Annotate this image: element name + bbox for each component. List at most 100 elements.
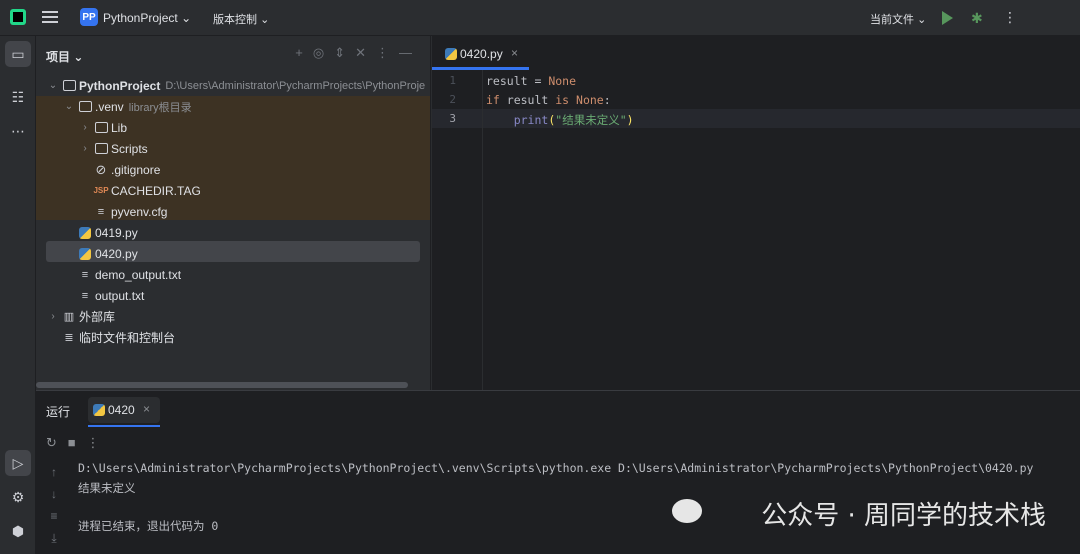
tree-item-output[interactable]: ≡ output.txt	[46, 285, 430, 306]
locate-icon[interactable]: ◎	[313, 45, 334, 60]
debug-icon[interactable]: ✱	[971, 10, 983, 27]
tab-label: 0420.py	[460, 47, 503, 61]
tree-item-lib[interactable]: › Lib	[46, 117, 430, 138]
up-arrow-icon[interactable]: ↑	[44, 461, 64, 483]
horizontal-scrollbar[interactable]	[36, 382, 408, 388]
code-token: result	[486, 74, 528, 88]
code-token: "结果未定义"	[555, 113, 627, 127]
tree-item-cachedir[interactable]: JSP CACHEDIR.TAG	[46, 180, 430, 201]
code-line-1[interactable]: result = None	[486, 74, 576, 88]
chevron-down-icon: ⌄	[917, 14, 927, 26]
rerun-icon[interactable]: ↻	[46, 435, 57, 450]
run-config-selector[interactable]: 当前文件 ⌄	[870, 11, 926, 27]
code-token: result	[499, 93, 556, 107]
project-panel: 项目 ⌄ +◎⇕✕⋮— ⌄ PythonProject D:\Users\Adm…	[36, 36, 430, 390]
jsp-file-icon: JSP	[93, 186, 109, 195]
tree-item-root[interactable]: ⌄ PythonProject D:\Users\Administrator\P…	[46, 75, 430, 96]
console-line: 进程已结束，退出代码为 0	[78, 519, 219, 533]
tree-item-label: pyvenv.cfg	[111, 204, 168, 219]
more-tools-icon[interactable]: ⋯	[5, 118, 31, 144]
scratch-icon: ≣	[64, 332, 74, 344]
project-panel-title[interactable]: 项目 ⌄	[46, 48, 83, 65]
text-file-icon: ≡	[81, 289, 89, 302]
tree-item-label: Scripts	[111, 141, 148, 156]
tab-0420[interactable]: 0420.py ×	[432, 36, 532, 70]
tree-item-label: 外部库	[79, 310, 116, 324]
scroll-to-end-icon[interactable]: ⤓	[44, 527, 64, 549]
tree-item-demo-output[interactable]: ≡ demo_output.txt	[46, 264, 430, 285]
tree-item-label: CACHEDIR.TAG	[111, 183, 201, 198]
down-arrow-icon[interactable]: ↓	[44, 483, 64, 505]
main-menu-icon[interactable]	[42, 11, 58, 25]
active-tab-indicator	[432, 67, 529, 70]
chevron-right-icon[interactable]: ›	[78, 122, 92, 133]
line-number: 2	[449, 93, 456, 106]
tree-item-label: Lib	[111, 120, 128, 135]
title-bar: PP PythonProject ⌄ 版本控制 ⌄ 当前文件 ⌄ ✱ ⋮	[0, 0, 1080, 36]
code-line-3[interactable]: print("结果未定义")	[486, 112, 634, 128]
run-icon[interactable]	[942, 11, 953, 25]
gutter-divider	[482, 70, 483, 390]
vcs-menu[interactable]: 版本控制 ⌄	[213, 11, 269, 27]
library-icon: ▥	[63, 311, 75, 323]
code-line-2[interactable]: if result is None:	[486, 93, 611, 107]
run-panel-title: 运行	[46, 405, 71, 419]
tree-item-label: .venv	[95, 99, 124, 114]
chevron-down-icon: ⌄	[260, 14, 270, 26]
services-icon[interactable]: ⬢	[5, 518, 31, 544]
more-options-icon[interactable]: ⋮	[86, 435, 99, 450]
project-switcher[interactable]: PythonProject ⌄	[103, 11, 191, 25]
wechat-icon	[672, 499, 702, 523]
code-token: is	[555, 93, 570, 107]
tree-item-label: 0420.py	[95, 246, 138, 261]
folder-icon	[94, 142, 108, 156]
hide-icon[interactable]: —	[399, 45, 422, 60]
close-icon[interactable]: ×	[143, 402, 150, 416]
project-tool-icon[interactable]: ▭	[5, 41, 31, 67]
run-tab-label: 0420	[108, 403, 135, 417]
tree-item-hint: library根目录	[128, 101, 192, 114]
tree-item-gitignore[interactable]: ⊘ .gitignore	[46, 159, 430, 180]
structure-tool-icon[interactable]: ☷	[5, 84, 31, 110]
collapse-all-icon[interactable]: ✕	[355, 45, 376, 60]
tree-item-0419[interactable]: 0419.py	[46, 222, 430, 243]
tree-item-label: output.txt	[95, 288, 145, 303]
chevron-right-icon[interactable]: ›	[78, 143, 92, 154]
project-tree: ⌄ PythonProject D:\Users\Administrator\P…	[46, 75, 430, 348]
stop-icon[interactable]: ■	[68, 435, 76, 450]
project-badge[interactable]: PP	[80, 8, 98, 26]
tree-item-venv[interactable]: ⌄ .venv library根目录	[46, 96, 430, 117]
chevron-down-icon: ⌄	[181, 11, 192, 25]
run-config-label: 当前文件	[870, 14, 914, 26]
code-token: )	[626, 113, 634, 127]
tree-item-label: 0419.py	[95, 225, 138, 240]
soft-wrap-icon[interactable]: ≡	[44, 505, 64, 527]
left-tool-stripe: ▭ ☷ ⋯ ▷ ⚙ ⬢	[0, 36, 36, 554]
folder-icon	[94, 121, 108, 135]
run-panel: 运行 0420 × ↻ ■ ⋮ ↑ ↓ ≡ ⤓ D:\Users\Adminis…	[36, 390, 1080, 554]
run-side-toolbar: ↑ ↓ ≡ ⤓	[44, 461, 64, 549]
tree-item-label: 临时文件和控制台	[79, 331, 176, 345]
tree-item-path: D:\Users\Administrator\PycharmProjects\P…	[165, 79, 426, 92]
tree-item-0420[interactable]: 0420.py	[46, 243, 430, 264]
close-icon[interactable]: ×	[511, 46, 518, 60]
tree-item-external-libs[interactable]: › ▥ 外部库	[46, 306, 430, 327]
tree-item-scripts[interactable]: › Scripts	[46, 138, 430, 159]
chevron-down-icon[interactable]: ⌄	[46, 80, 60, 91]
expand-all-icon[interactable]: ⇕	[334, 45, 355, 60]
options-icon[interactable]: ⋮	[376, 45, 399, 60]
folder-icon	[78, 100, 92, 114]
tree-item-pyvenv[interactable]: ≡ pyvenv.cfg	[46, 201, 430, 222]
chevron-down-icon[interactable]: ⌄	[62, 101, 76, 112]
tree-item-scratches[interactable]: ≣ 临时文件和控制台	[46, 327, 430, 348]
add-icon[interactable]: +	[295, 45, 313, 60]
more-options-icon[interactable]: ⋮	[1003, 9, 1017, 26]
project-name-label: PythonProject	[103, 11, 178, 25]
run-toolbar: ↻ ■ ⋮	[46, 435, 99, 451]
project-panel-title-label: 项目	[46, 50, 71, 64]
chevron-down-icon: ⌄	[73, 50, 84, 64]
chevron-right-icon[interactable]: ›	[46, 311, 60, 322]
python-packages-icon[interactable]: ⚙	[5, 484, 31, 510]
run-tool-icon[interactable]: ▷	[5, 450, 31, 476]
